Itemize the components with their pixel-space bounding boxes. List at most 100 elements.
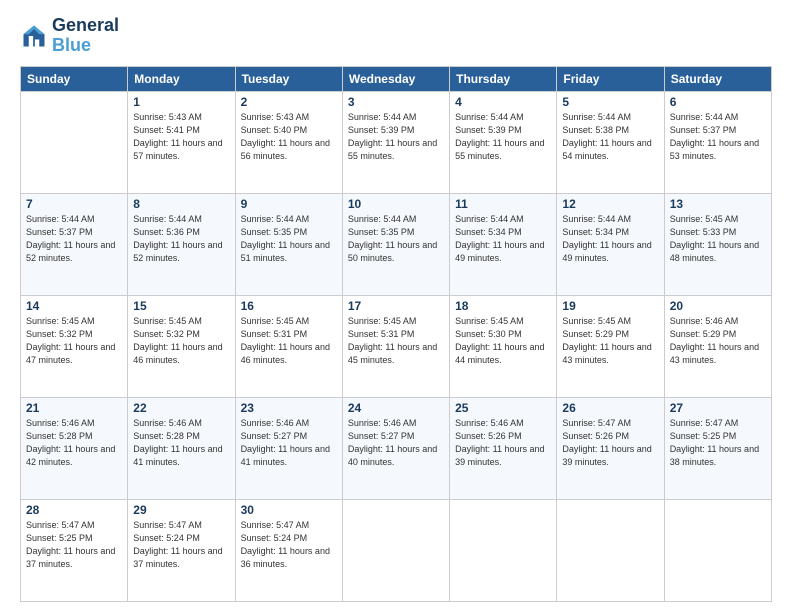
day-number: 25 — [455, 401, 551, 415]
weekday-header-saturday: Saturday — [664, 66, 771, 91]
day-number: 15 — [133, 299, 229, 313]
calendar-cell: 22 Sunrise: 5:46 AM Sunset: 5:28 PM Dayli… — [128, 397, 235, 499]
calendar-cell — [342, 499, 449, 601]
week-row-2: 7 Sunrise: 5:44 AM Sunset: 5:37 PM Daylig… — [21, 193, 772, 295]
logo-text: General Blue — [52, 16, 119, 56]
weekday-header-row: SundayMondayTuesdayWednesdayThursdayFrid… — [21, 66, 772, 91]
logo-icon — [20, 22, 48, 50]
day-number: 30 — [241, 503, 337, 517]
weekday-header-tuesday: Tuesday — [235, 66, 342, 91]
logo: General Blue — [20, 16, 119, 56]
calendar-cell: 14 Sunrise: 5:45 AM Sunset: 5:32 PM Dayli… — [21, 295, 128, 397]
week-row-4: 21 Sunrise: 5:46 AM Sunset: 5:28 PM Dayli… — [21, 397, 772, 499]
day-info: Sunrise: 5:47 AM Sunset: 5:24 PM Dayligh… — [133, 519, 229, 571]
day-number: 8 — [133, 197, 229, 211]
calendar-cell: 4 Sunrise: 5:44 AM Sunset: 5:39 PM Daylig… — [450, 91, 557, 193]
calendar-cell: 13 Sunrise: 5:45 AM Sunset: 5:33 PM Dayli… — [664, 193, 771, 295]
calendar-cell: 12Sunrise: 5:44 AM Sunset: 5:34 PM Dayli… — [557, 193, 664, 295]
calendar-cell — [450, 499, 557, 601]
weekday-header-monday: Monday — [128, 66, 235, 91]
calendar-table: SundayMondayTuesdayWednesdayThursdayFrid… — [20, 66, 772, 602]
calendar-cell: 15 Sunrise: 5:45 AM Sunset: 5:32 PM Dayli… — [128, 295, 235, 397]
day-number: 1 — [133, 95, 229, 109]
day-info: Sunrise: 5:47 AM Sunset: 5:25 PM Dayligh… — [670, 417, 766, 469]
day-info: Sunrise: 5:45 AM Sunset: 5:32 PM Dayligh… — [133, 315, 229, 367]
day-info: Sunrise: 5:44 AM Sunset: 5:39 PM Dayligh… — [348, 111, 444, 163]
calendar-cell: 10 Sunrise: 5:44 AM Sunset: 5:35 PM Dayli… — [342, 193, 449, 295]
day-number: 6 — [670, 95, 766, 109]
weekday-header-friday: Friday — [557, 66, 664, 91]
day-info: Sunrise: 5:44 AM Sunset: 5:35 PM Dayligh… — [241, 213, 337, 265]
calendar-cell: 20Sunrise: 5:46 AM Sunset: 5:29 PM Dayli… — [664, 295, 771, 397]
day-info: Sunrise: 5:46 AM Sunset: 5:28 PM Dayligh… — [26, 417, 122, 469]
day-info: Sunrise: 5:46 AM Sunset: 5:28 PM Dayligh… — [133, 417, 229, 469]
weekday-header-wednesday: Wednesday — [342, 66, 449, 91]
day-info: Sunrise: 5:45 AM Sunset: 5:31 PM Dayligh… — [348, 315, 444, 367]
day-number: 22 — [133, 401, 229, 415]
calendar-cell — [21, 91, 128, 193]
day-info: Sunrise: 5:44 AM Sunset: 5:38 PM Dayligh… — [562, 111, 658, 163]
calendar-cell: 16 Sunrise: 5:45 AM Sunset: 5:31 PM Dayli… — [235, 295, 342, 397]
day-number: 14 — [26, 299, 122, 313]
calendar-cell: 27Sunrise: 5:47 AM Sunset: 5:25 PM Dayli… — [664, 397, 771, 499]
day-info: Sunrise: 5:45 AM Sunset: 5:30 PM Dayligh… — [455, 315, 551, 367]
day-number: 28 — [26, 503, 122, 517]
day-number: 3 — [348, 95, 444, 109]
day-info: Sunrise: 5:44 AM Sunset: 5:37 PM Dayligh… — [26, 213, 122, 265]
calendar-cell: 26Sunrise: 5:47 AM Sunset: 5:26 PM Dayli… — [557, 397, 664, 499]
calendar-cell: 28 Sunrise: 5:47 AM Sunset: 5:25 PM Dayli… — [21, 499, 128, 601]
header: General Blue — [20, 16, 772, 56]
day-info: Sunrise: 5:45 AM Sunset: 5:33 PM Dayligh… — [670, 213, 766, 265]
calendar-cell: 19 Sunrise: 5:45 AM Sunset: 5:29 PM Dayli… — [557, 295, 664, 397]
day-number: 23 — [241, 401, 337, 415]
calendar-cell: 23 Sunrise: 5:46 AM Sunset: 5:27 PM Dayli… — [235, 397, 342, 499]
day-number: 12 — [562, 197, 658, 211]
day-info: Sunrise: 5:46 AM Sunset: 5:27 PM Dayligh… — [241, 417, 337, 469]
day-number: 2 — [241, 95, 337, 109]
calendar-cell: 30Sunrise: 5:47 AM Sunset: 5:24 PM Dayli… — [235, 499, 342, 601]
calendar-cell: 29 Sunrise: 5:47 AM Sunset: 5:24 PM Dayli… — [128, 499, 235, 601]
calendar-cell: 17 Sunrise: 5:45 AM Sunset: 5:31 PM Dayli… — [342, 295, 449, 397]
day-info: Sunrise: 5:44 AM Sunset: 5:35 PM Dayligh… — [348, 213, 444, 265]
calendar-cell: 7 Sunrise: 5:44 AM Sunset: 5:37 PM Daylig… — [21, 193, 128, 295]
day-info: Sunrise: 5:46 AM Sunset: 5:27 PM Dayligh… — [348, 417, 444, 469]
calendar-cell: 1 Sunrise: 5:43 AM Sunset: 5:41 PM Daylig… — [128, 91, 235, 193]
day-number: 19 — [562, 299, 658, 313]
calendar-cell: 9 Sunrise: 5:44 AM Sunset: 5:35 PM Daylig… — [235, 193, 342, 295]
day-info: Sunrise: 5:43 AM Sunset: 5:40 PM Dayligh… — [241, 111, 337, 163]
day-info: Sunrise: 5:44 AM Sunset: 5:37 PM Dayligh… — [670, 111, 766, 163]
day-number: 10 — [348, 197, 444, 211]
day-number: 11 — [455, 197, 551, 211]
week-row-1: 1 Sunrise: 5:43 AM Sunset: 5:41 PM Daylig… — [21, 91, 772, 193]
day-number: 5 — [562, 95, 658, 109]
week-row-5: 28 Sunrise: 5:47 AM Sunset: 5:25 PM Dayli… — [21, 499, 772, 601]
calendar-cell: 25 Sunrise: 5:46 AM Sunset: 5:26 PM Dayli… — [450, 397, 557, 499]
weekday-header-sunday: Sunday — [21, 66, 128, 91]
calendar-cell: 24 Sunrise: 5:46 AM Sunset: 5:27 PM Dayli… — [342, 397, 449, 499]
day-number: 13 — [670, 197, 766, 211]
calendar-cell: 3 Sunrise: 5:44 AM Sunset: 5:39 PM Daylig… — [342, 91, 449, 193]
day-number: 26 — [562, 401, 658, 415]
day-number: 29 — [133, 503, 229, 517]
calendar-cell: 6 Sunrise: 5:44 AM Sunset: 5:37 PM Daylig… — [664, 91, 771, 193]
day-info: Sunrise: 5:45 AM Sunset: 5:31 PM Dayligh… — [241, 315, 337, 367]
day-info: Sunrise: 5:44 AM Sunset: 5:39 PM Dayligh… — [455, 111, 551, 163]
day-info: Sunrise: 5:43 AM Sunset: 5:41 PM Dayligh… — [133, 111, 229, 163]
day-number: 24 — [348, 401, 444, 415]
day-number: 20 — [670, 299, 766, 313]
day-number: 4 — [455, 95, 551, 109]
day-number: 17 — [348, 299, 444, 313]
day-info: Sunrise: 5:47 AM Sunset: 5:25 PM Dayligh… — [26, 519, 122, 571]
day-number: 21 — [26, 401, 122, 415]
day-number: 9 — [241, 197, 337, 211]
weekday-header-thursday: Thursday — [450, 66, 557, 91]
day-info: Sunrise: 5:45 AM Sunset: 5:29 PM Dayligh… — [562, 315, 658, 367]
day-info: Sunrise: 5:46 AM Sunset: 5:26 PM Dayligh… — [455, 417, 551, 469]
day-number: 18 — [455, 299, 551, 313]
day-info: Sunrise: 5:45 AM Sunset: 5:32 PM Dayligh… — [26, 315, 122, 367]
calendar-cell: 21 Sunrise: 5:46 AM Sunset: 5:28 PM Dayli… — [21, 397, 128, 499]
day-number: 7 — [26, 197, 122, 211]
calendar-cell — [557, 499, 664, 601]
calendar-cell: 18 Sunrise: 5:45 AM Sunset: 5:30 PM Dayli… — [450, 295, 557, 397]
day-number: 16 — [241, 299, 337, 313]
